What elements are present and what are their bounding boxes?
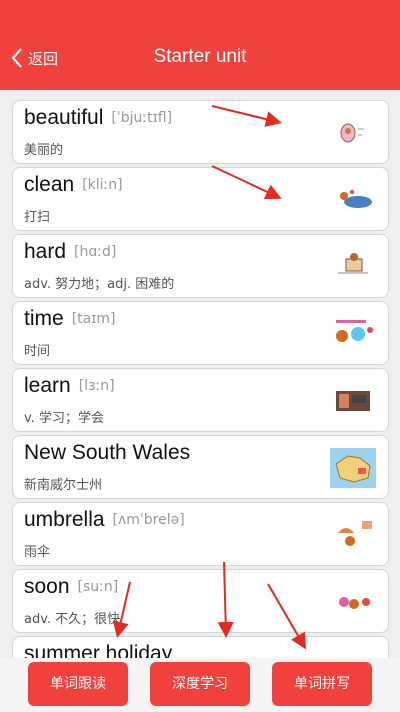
word-meaning: 时间 xyxy=(24,344,51,359)
word-card-umbrella[interactable]: umbrella [ʌmˈbrelə] 雨伞 xyxy=(12,502,389,566)
deep-study-button[interactable]: 深度学习 xyxy=(150,662,250,706)
word-meaning: 美丽的 xyxy=(24,143,64,158)
word-meaning: adv. 不久；很快 xyxy=(24,612,121,627)
word-card-clean[interactable]: clean [kliːn] 打扫 xyxy=(12,167,389,231)
phonetic: [hɑːd] xyxy=(74,244,117,260)
word-text: clean xyxy=(24,173,75,196)
word-text: hard xyxy=(24,240,67,263)
phonetic: [taɪm] xyxy=(71,311,116,327)
word-card-time[interactable]: time [taɪm] 时间 xyxy=(12,301,389,365)
soon-thumbnail xyxy=(339,597,370,609)
word-meaning: 新南威尔士州 xyxy=(24,478,103,493)
map-thumbnail xyxy=(330,448,376,488)
word-text: beautiful xyxy=(24,106,104,129)
phonetic: [ˈbjuːtɪfl] xyxy=(111,110,173,126)
word-card-beautiful[interactable]: beautiful [ˈbjuːtɪfl] 美丽的 xyxy=(12,100,389,164)
page-title: Starter unit xyxy=(153,46,247,67)
phonetic: [ʌmˈbrelə] xyxy=(112,512,185,528)
phonetic: [suːn] xyxy=(77,579,119,595)
word-card-soon[interactable]: soon [suːn] adv. 不久；很快 xyxy=(12,569,389,633)
phonetic: [lɜːn] xyxy=(78,378,115,394)
time-thumbnail xyxy=(336,320,373,342)
word-meaning: adv. 努力地；adj. 困难的 xyxy=(24,277,175,292)
word-text: time xyxy=(24,307,64,330)
word-card-hard[interactable]: hard [hɑːd] adv. 努力地；adj. 困难的 xyxy=(12,234,389,298)
word-text: summer holiday xyxy=(24,642,173,658)
top-bar: 返回 Starter unit xyxy=(0,0,400,90)
clean-thumbnail xyxy=(340,190,372,208)
word-meaning: 打扫 xyxy=(24,210,51,225)
word-card-summer-holiday[interactable]: summer holiday xyxy=(12,636,389,658)
word-text: New South Wales xyxy=(24,441,191,464)
follow-read-button[interactable]: 单词跟读 xyxy=(28,662,128,706)
beautiful-thumbnail xyxy=(340,123,364,143)
summer-holiday-thumbnail xyxy=(330,649,376,658)
word-meaning: 雨伞 xyxy=(24,545,51,560)
word-text: learn xyxy=(24,374,71,397)
word-card-learn[interactable]: learn [lɜːn] v. 学习；学会 xyxy=(12,368,389,432)
phonetic: [kliːn] xyxy=(82,177,123,193)
word-text: soon xyxy=(24,575,70,598)
bottom-action-bar: 单词跟读 深度学习 单词拼写 xyxy=(0,658,400,712)
umbrella-thumbnail xyxy=(338,521,372,546)
hard-thumbnail xyxy=(338,253,368,274)
spell-button[interactable]: 单词拼写 xyxy=(272,662,372,706)
learn-thumbnail xyxy=(336,391,370,411)
word-meaning: v. 学习；学会 xyxy=(24,411,104,426)
word-card-new-south-wales[interactable]: New South Wales 新南威尔士州 xyxy=(12,435,389,499)
word-list[interactable]: beautiful [ˈbjuːtɪfl] 美丽的 clean [kliːn] 打扫… xyxy=(12,100,389,658)
word-text: umbrella xyxy=(24,508,105,531)
